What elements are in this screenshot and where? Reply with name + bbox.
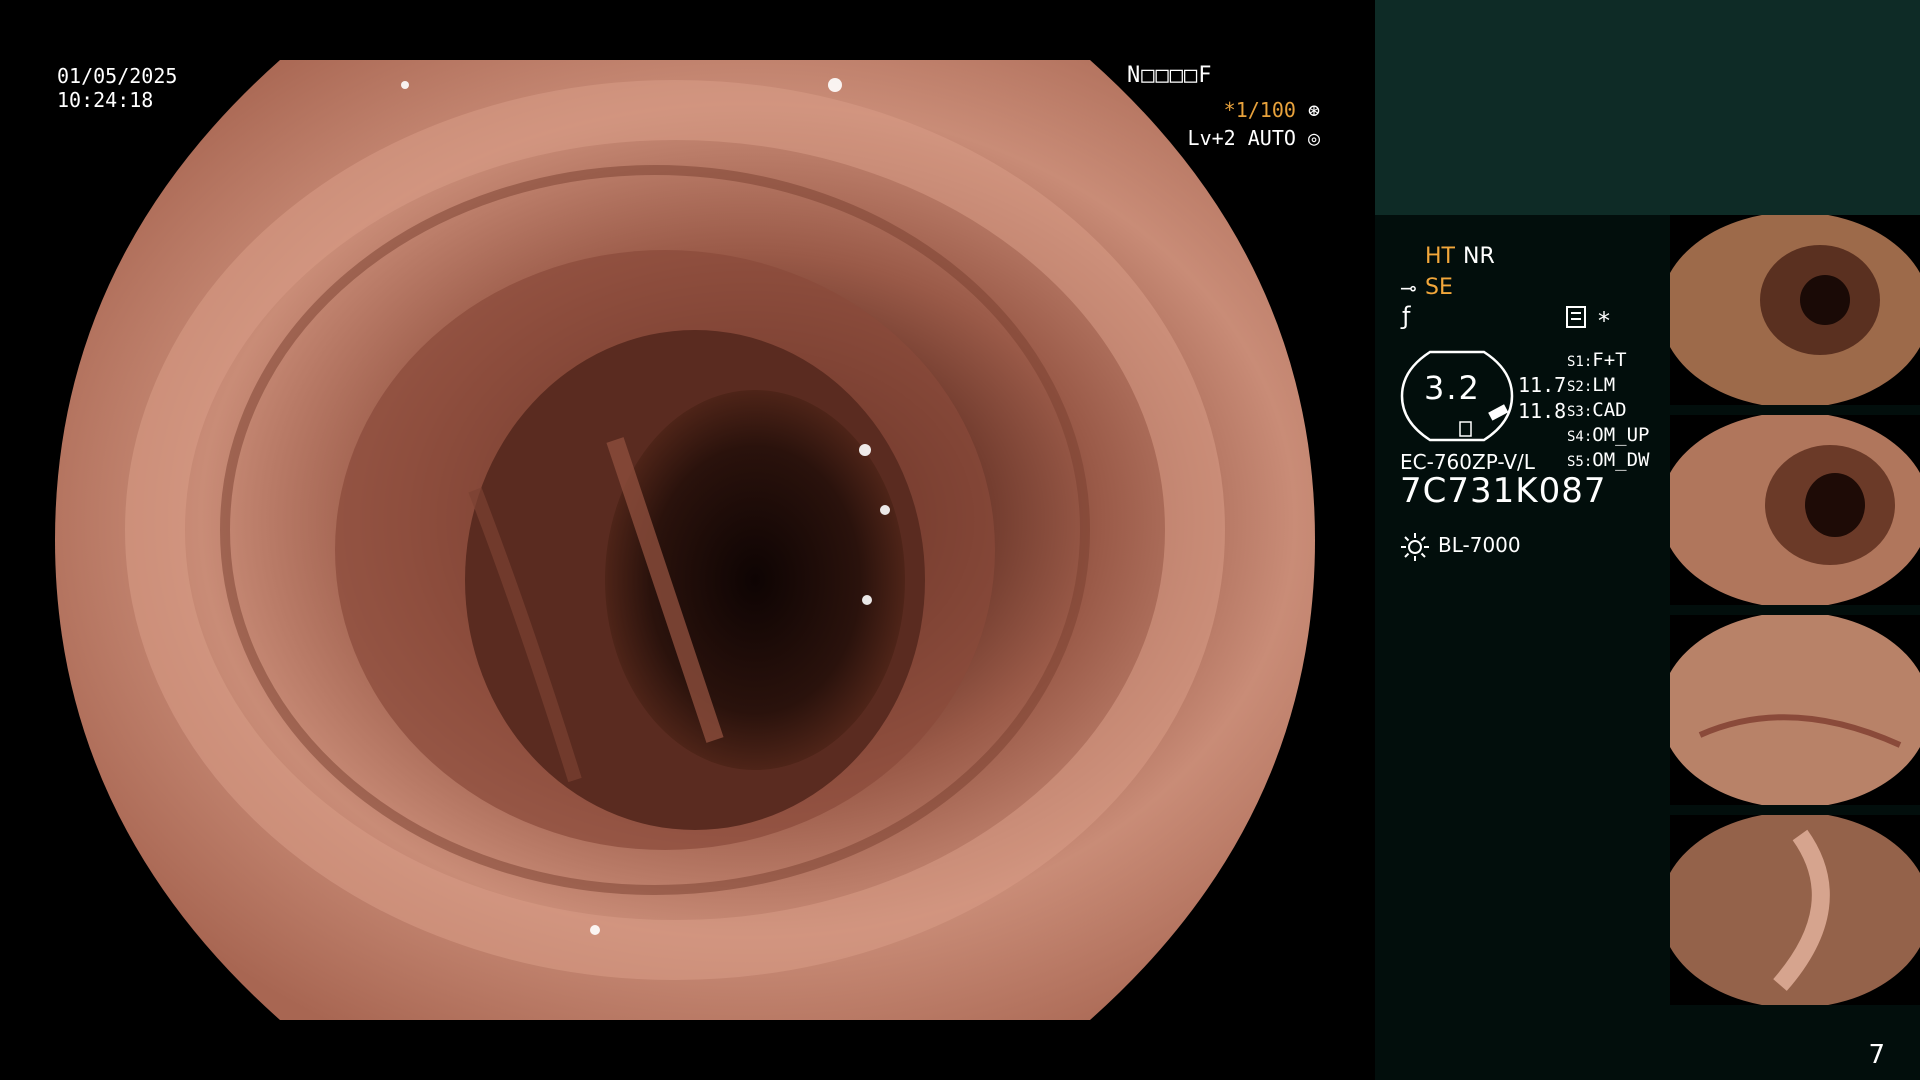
setting-value: LM — [1592, 374, 1616, 396]
panel-header — [1375, 0, 1920, 215]
thumbnail-image — [1670, 815, 1920, 1005]
setting-key: S4: — [1567, 429, 1593, 445]
aperture-icon: ⊛ — [1307, 98, 1320, 122]
setting-key: S3: — [1567, 404, 1593, 420]
thumbnail-3[interactable] — [1670, 615, 1920, 805]
sun-icon — [1401, 533, 1429, 561]
setting-value: F+T — [1592, 349, 1627, 371]
thumbnail-2[interactable] — [1670, 415, 1920, 605]
setting-row: S5:OM_DW — [1567, 449, 1650, 471]
se-indicator: SE — [1425, 275, 1453, 300]
exam-date: 01/05/2025 — [57, 64, 178, 88]
thumbnail-image — [1670, 615, 1920, 805]
setting-key: S2: — [1567, 379, 1593, 395]
setting-key: S5: — [1567, 454, 1593, 470]
star-indicator: * — [1598, 307, 1610, 335]
thumbnail-1[interactable] — [1670, 215, 1920, 405]
iris-icon: ◎ — [1307, 126, 1320, 150]
shutter-value: *1/100 — [1223, 98, 1296, 122]
gauge-reading-b: 11.8 — [1518, 399, 1567, 423]
colon-lumen-image — [55, 60, 1315, 1020]
setting-key: S1: — [1567, 354, 1593, 370]
nr-indicator: NR — [1463, 244, 1495, 269]
setting-value: CAD — [1592, 399, 1627, 421]
setting-row: S3:CAD — [1567, 399, 1627, 421]
setting-value: OM_DW — [1592, 449, 1650, 471]
scope-serial: 7C731K087 — [1400, 471, 1607, 511]
level-readout: Lv+2 AUTO ◎ — [1188, 126, 1320, 150]
f-icon: ƒ — [1402, 302, 1411, 330]
endoscope-view — [55, 60, 1315, 1020]
shutter-readout: *1/100 ⊛ — [1224, 98, 1320, 122]
setting-value: OM_UP — [1592, 424, 1650, 446]
setting-row: S1:F+T — [1567, 349, 1627, 371]
ht-indicator: HT — [1425, 244, 1455, 269]
setting-row: S4:OM_UP — [1567, 424, 1650, 446]
page-number: 7 — [1868, 1040, 1885, 1070]
light-source: BL-7000 — [1438, 533, 1521, 557]
gauge-value: 3.2 — [1424, 369, 1481, 407]
thumbnail-image — [1670, 215, 1920, 405]
exam-time: 10:24:18 — [57, 88, 154, 112]
level-value: Lv+2 AUTO — [1187, 126, 1296, 150]
scope-tip-icon: ⊸ — [1400, 276, 1417, 300]
gauge-reading-a: 11.7 — [1518, 373, 1567, 397]
record-icon — [1566, 306, 1586, 328]
mode-code: N□□□□F — [1127, 63, 1213, 88]
thumbnail-image — [1670, 415, 1920, 605]
setting-row: S2:LM — [1567, 374, 1615, 396]
thumbnail-4[interactable] — [1670, 815, 1920, 1005]
